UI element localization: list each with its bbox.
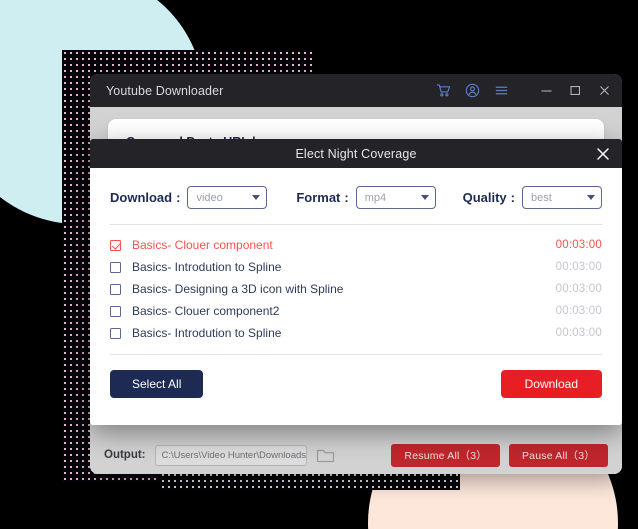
download-button[interactable]: Download	[500, 370, 602, 398]
cart-icon[interactable]	[436, 83, 451, 98]
list-item-duration: 00:03:00	[555, 261, 602, 273]
list-item-title: Basics- Clouer component2	[132, 304, 280, 318]
folder-icon[interactable]	[316, 447, 336, 464]
output-label: Output:	[104, 449, 146, 461]
divider-bottom	[110, 354, 602, 355]
format-value: mp4	[364, 191, 387, 204]
checkbox-icon[interactable]	[110, 239, 121, 251]
list-item[interactable]: Basics- Designing a 3D icon with Spline …	[110, 278, 602, 300]
list-item-duration: 00:03:00	[555, 305, 602, 317]
checkbox-icon[interactable]	[110, 305, 121, 317]
list-item[interactable]: Basics- Introdution to Spline 00:03:00	[110, 322, 602, 344]
menu-icon[interactable]	[494, 83, 509, 98]
list-item[interactable]: Basics- Introdution to Spline 00:03:00	[110, 256, 602, 278]
quality-label: Quality	[462, 190, 507, 205]
list-item-title: Basics- Introdution to Spline	[132, 326, 282, 340]
list-item[interactable]: Basics- Clouer component 00:03:00	[110, 234, 602, 256]
chevron-down-icon	[252, 195, 261, 200]
format-select[interactable]: mp4	[355, 186, 436, 209]
chevron-down-icon	[420, 195, 429, 200]
dialog-header: Elect Night Coverage	[90, 139, 622, 168]
checkbox-icon[interactable]	[110, 283, 121, 295]
list-item-title: Basics- Clouer component	[132, 238, 273, 252]
list-item-duration: 00:03:00	[555, 283, 602, 295]
list-item-title: Basics- Introdution to Spline	[132, 260, 282, 274]
resume-all-button[interactable]: Resume All（3）	[391, 443, 500, 467]
minimize-button[interactable]	[539, 83, 554, 98]
list-item-duration: 00:03:00	[555, 327, 602, 339]
selector-row: Download : video Format : mp4 Quality: …	[110, 186, 602, 209]
list-item-duration: 00:03:00	[555, 239, 602, 251]
dialog-title: Elect Night Coverage	[295, 146, 417, 161]
close-icon[interactable]	[594, 145, 612, 163]
download-type-select[interactable]: video	[187, 186, 268, 209]
output-bar: Output: C:\Users\Video Hunter\Downloads …	[90, 436, 622, 474]
download-type-group: Download : video	[110, 186, 268, 209]
download-type-label: Download	[110, 190, 173, 205]
checkbox-icon[interactable]	[110, 261, 121, 273]
download-type-colon: :	[176, 190, 181, 205]
video-list: Basics- Clouer component 00:03:00 Basics…	[110, 225, 602, 344]
dialog-body: Download : video Format : mp4 Quality: …	[90, 168, 622, 425]
list-item[interactable]: Basics- Clouer component2 00:03:00	[110, 300, 602, 322]
format-group: Format : mp4	[296, 186, 436, 209]
checkbox-icon[interactable]	[110, 327, 121, 339]
format-colon: :	[344, 190, 349, 205]
titlebar-icon-group	[436, 83, 612, 98]
pause-all-button[interactable]: Pause All（3）	[508, 443, 608, 467]
chevron-down-icon	[587, 195, 595, 200]
dialog-actions: Select All Download	[110, 370, 602, 398]
screen-canvas: Youtube Downloader Output: C:\Users\Vide…	[0, 0, 638, 529]
quality-select[interactable]: best	[522, 186, 602, 209]
download-type-value: video	[196, 191, 223, 204]
format-label: Format	[296, 190, 341, 205]
window-controls	[539, 83, 612, 98]
select-all-button[interactable]: Select All	[110, 370, 204, 398]
quality-colon: :	[510, 190, 515, 205]
list-item-title: Basics- Designing a 3D icon with Spline	[132, 282, 344, 296]
output-path-input[interactable]: C:\Users\Video Hunter\Downloads	[154, 444, 307, 466]
download-dialog: Elect Night Coverage Download : video Fo…	[90, 139, 622, 425]
quality-group: Quality : best	[463, 186, 602, 209]
maximize-button[interactable]	[568, 83, 583, 98]
close-button[interactable]	[597, 83, 612, 98]
app-title: Youtube Downloader	[106, 83, 224, 98]
account-icon[interactable]	[465, 83, 480, 98]
app-titlebar: Youtube Downloader	[90, 74, 622, 107]
quality-value: best	[531, 191, 552, 204]
